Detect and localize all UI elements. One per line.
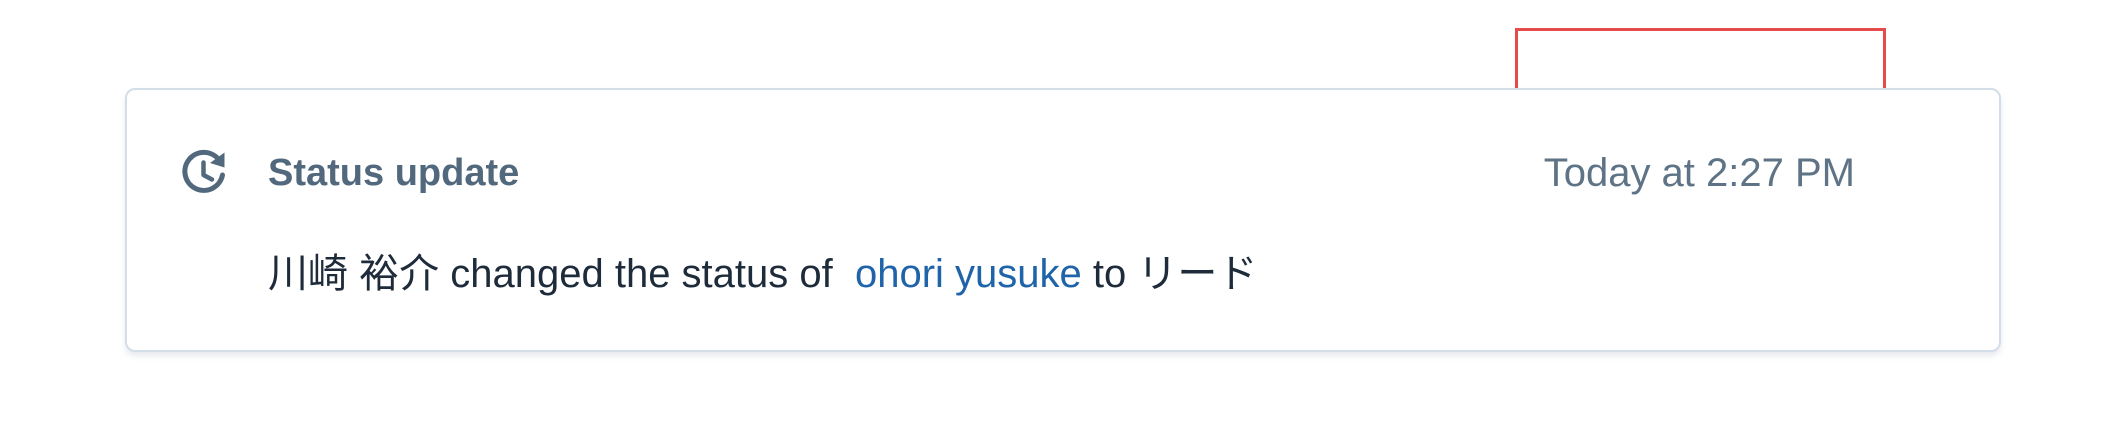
message-verb: changed the status of [450,252,833,296]
new-status-value: リード [1137,252,1258,296]
activity-timestamp: Today at 2:27 PM [1543,151,1855,195]
contact-link[interactable]: ohori yusuke [855,252,1082,296]
activity-title: Status update [268,152,520,194]
activity-message: 川崎 裕介 changed the status of ohori yusuke… [268,246,1257,302]
history-clock-icon [179,148,229,198]
message-connector: to [1092,252,1127,296]
activity-card: Status update Today at 2:27 PM 川崎 裕介 cha… [125,88,2001,352]
actor-name: 川崎 裕介 [268,252,440,296]
